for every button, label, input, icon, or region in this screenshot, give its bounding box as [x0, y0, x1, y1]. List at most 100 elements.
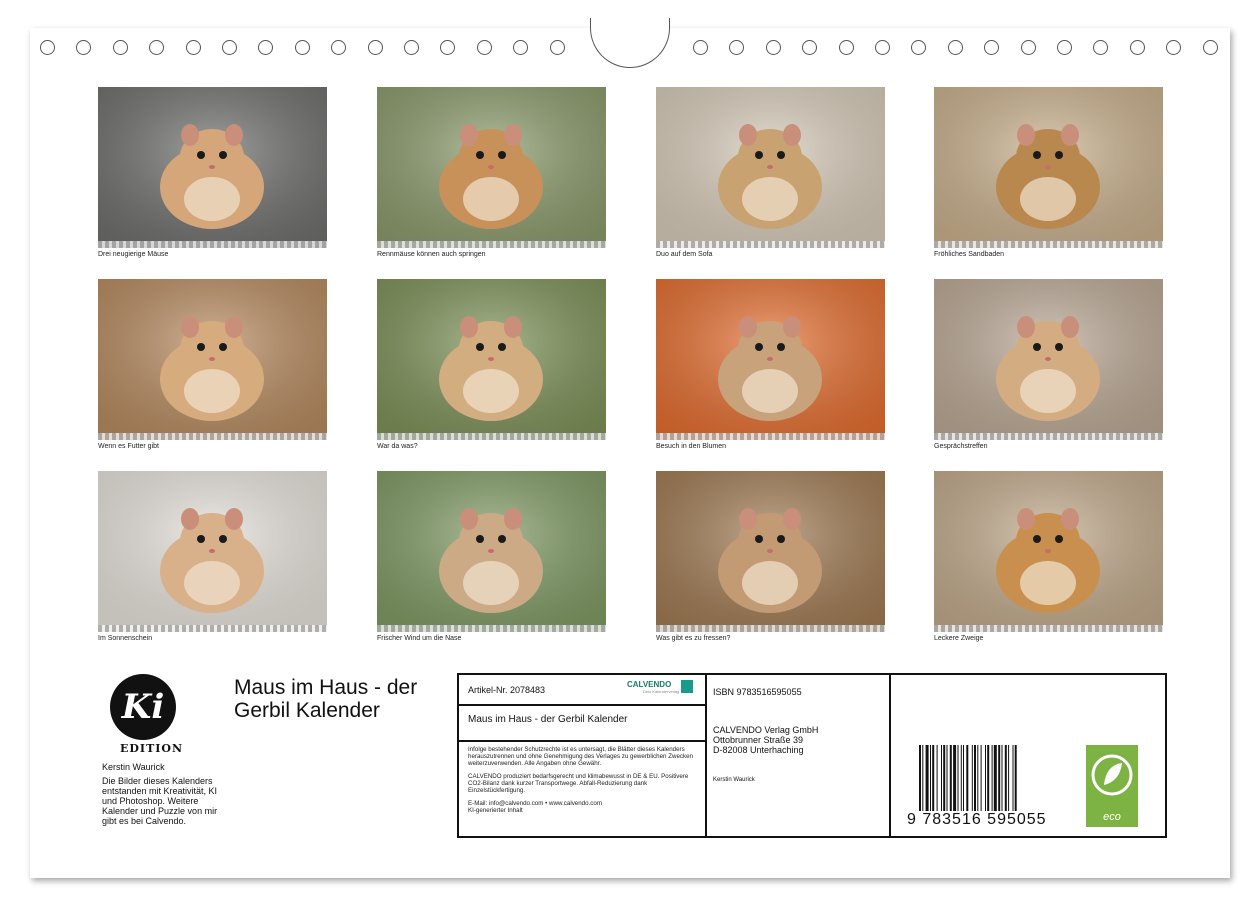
author-name: Kerstin Waurick — [102, 762, 165, 772]
isbn: ISBN 9783516595055 — [713, 687, 802, 697]
leaf-icon — [1091, 754, 1133, 796]
binding-ring — [40, 40, 55, 55]
binding-ring — [838, 40, 854, 55]
binding-ring — [875, 40, 890, 55]
calendar-month-thumbnail: Gesprächstreffen — [934, 279, 1163, 450]
product-title: Maus im Haus - der Gerbil Kalender — [468, 714, 628, 725]
author-bio: Die Bilder dieses Kalenders entstanden m… — [102, 776, 218, 826]
publisher-city: D-82008 Unterhaching — [713, 745, 804, 755]
ki-logo-mark: Ki — [110, 674, 176, 740]
binding-ring — [1057, 40, 1072, 55]
eco-badge: eco — [1086, 745, 1138, 827]
mini-calendar-strip — [377, 625, 606, 632]
binding-ring — [513, 40, 529, 55]
calendar-month-thumbnail: War da was? — [377, 279, 606, 450]
calvendo-logo: CALVENDO — [627, 680, 672, 689]
binding-ring — [76, 40, 92, 55]
photo-caption: Frischer Wind um die Nase — [377, 635, 462, 642]
barcode-digits: 9 783516 595055 — [907, 811, 1047, 828]
publisher-address: CALVENDO Verlag GmbH Ottobrunner Straße … — [713, 725, 818, 755]
publisher-street: Ottobrunner Straße 39 — [713, 735, 804, 745]
calendar-month-thumbnail: Rennmäuse können auch springen — [377, 87, 606, 258]
binding-ring — [294, 40, 310, 55]
binding-ring — [1093, 40, 1109, 55]
gerbil-photo — [934, 279, 1163, 440]
photo-caption: Leckere Zweige — [934, 635, 984, 642]
mini-calendar-strip — [934, 241, 1163, 248]
contact-email: E-Mail: info@calvendo.com • www.calvendo… — [468, 800, 602, 807]
ki-note: KI-generierter Inhalt — [468, 807, 523, 814]
photo-caption: Drei neugierige Mäuse — [98, 251, 169, 258]
binding-ring — [1202, 40, 1218, 55]
mini-calendar-strip — [377, 241, 606, 248]
calendar-month-thumbnail: Leckere Zweige — [934, 471, 1163, 642]
mini-calendar-strip — [656, 241, 885, 248]
calendar-month-thumbnail: Wenn es Futter gibt — [98, 279, 327, 450]
edition-label: EDITION — [120, 742, 184, 755]
mini-calendar-strip — [934, 433, 1163, 440]
mini-calendar-strip — [656, 625, 885, 632]
binding-ring — [729, 40, 745, 55]
calendar-title: Maus im Haus - der Gerbil Kalender — [234, 676, 418, 722]
calvendo-tagline: Dein Kalenderverlag — [643, 689, 680, 694]
info-column-right: 9 783516 595055 eco — [891, 675, 1167, 836]
calvendo-logo-icon — [681, 680, 693, 693]
calendar-month-thumbnail: Frischer Wind um die Nase — [377, 471, 606, 642]
binding-ring — [802, 40, 818, 55]
gerbil-photo — [98, 87, 327, 248]
calendar-month-thumbnail: Duo auf dem Sofa — [656, 87, 885, 258]
mini-calendar-strip — [98, 433, 327, 440]
binding-ring — [331, 40, 347, 55]
photo-caption: Wenn es Futter gibt — [98, 443, 159, 450]
binding-ring — [258, 40, 274, 55]
hanger-cutout — [590, 18, 670, 68]
binding-ring — [112, 40, 128, 55]
binding-ring — [1166, 40, 1182, 55]
binding-ring — [185, 40, 201, 55]
mini-calendar-strip — [98, 625, 327, 632]
mini-calendar-strip — [934, 625, 1163, 632]
binding-ring — [149, 40, 165, 55]
binding-ring — [765, 40, 781, 55]
binding-ring — [693, 40, 708, 55]
calendar-month-thumbnail: Was gibt es zu fressen? — [656, 471, 885, 642]
binding-ring — [404, 40, 419, 55]
gerbil-photo — [656, 471, 885, 632]
gerbil-photo — [377, 279, 606, 440]
calendar-month-thumbnail: Fröhliches Sandbaden — [934, 87, 1163, 258]
barcode-icon — [919, 745, 1017, 811]
binding-ring — [1129, 40, 1145, 55]
calendar-month-thumbnail: Im Sonnenschein — [98, 471, 327, 642]
legal-copyright: Infolge bestehender Schutzrechte ist es … — [468, 746, 693, 767]
gerbil-photo — [934, 87, 1163, 248]
gerbil-photo — [98, 279, 327, 440]
gerbil-photo — [377, 87, 606, 248]
gerbil-photo — [934, 471, 1163, 632]
binding-ring — [440, 40, 456, 55]
binding-ring — [984, 40, 1000, 55]
info-column-middle: ISBN 9783516595055 CALVENDO Verlag GmbH … — [705, 675, 891, 836]
publisher-name: CALVENDO Verlag GmbH — [713, 725, 819, 735]
binding-ring — [367, 40, 383, 55]
mini-calendar-strip — [98, 241, 327, 248]
photo-caption: Duo auf dem Sofa — [656, 251, 713, 258]
photo-caption: Was gibt es zu fressen? — [656, 635, 731, 642]
photo-caption: Fröhliches Sandbaden — [934, 251, 1005, 258]
photo-caption: Im Sonnenschein — [98, 635, 153, 642]
calendar-month-thumbnail: Besuch in den Blumen — [656, 279, 885, 450]
binding-ring — [1020, 40, 1036, 55]
calendar-back-page: Drei neugierige Mäuse Rennmäuse können au… — [30, 18, 1230, 878]
gerbil-photo — [377, 471, 606, 632]
binding-ring — [549, 40, 565, 55]
calendar-month-thumbnail: Drei neugierige Mäuse — [98, 87, 327, 258]
gerbil-photo — [98, 471, 327, 632]
photo-caption: War da was? — [377, 443, 418, 450]
binding-ring — [476, 40, 492, 55]
gerbil-photo — [656, 87, 885, 248]
legal-text: Infolge bestehender Schutzrechte ist es … — [459, 742, 705, 818]
mini-calendar-strip — [377, 433, 606, 440]
author-credit: Kerstin Waurick — [713, 777, 755, 783]
binding-ring — [222, 40, 237, 55]
binding-ring — [947, 40, 963, 55]
binding-ring — [911, 40, 927, 55]
